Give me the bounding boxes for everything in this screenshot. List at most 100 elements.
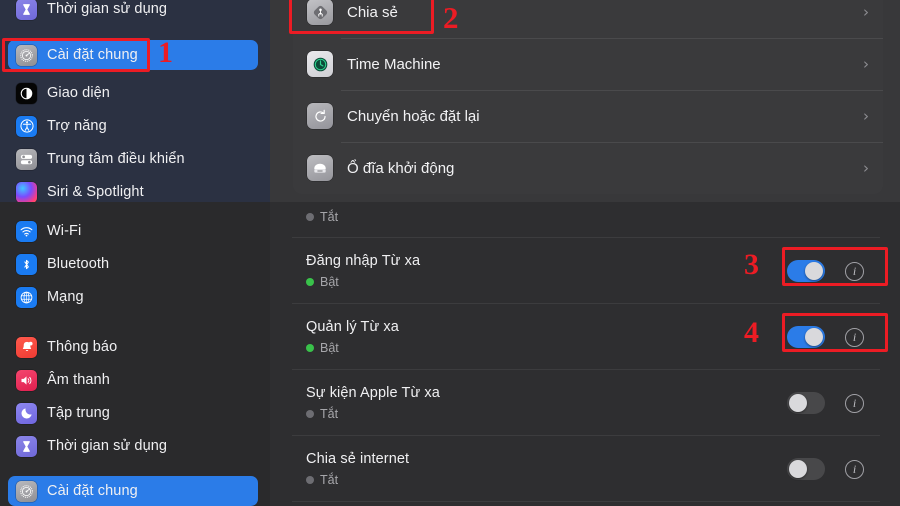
info-icon[interactable]: i — [845, 261, 864, 281]
chevron-right-icon: › — [863, 54, 869, 73]
hourglass-icon — [16, 435, 37, 457]
toggle-knob — [789, 394, 807, 412]
sidebar-item-am-thanh[interactable]: Âm thanh — [8, 365, 258, 395]
toggle-row-su-kien-apple-tu-xa[interactable]: Sự kiện Apple Từ xa Tắt i — [292, 370, 880, 436]
sidebar-item-tap-trung[interactable]: Tập trung — [8, 398, 258, 428]
sidebar-item-label: Cài đặt chung — [47, 483, 138, 499]
toggle-row-clipped[interactable]: Tắt — [292, 202, 880, 238]
settings-group-card: Chia sẻ › Time Machine › Chuyển hoặc đặt… — [293, 0, 883, 194]
sidebar-item-thoi-gian-su-dung-2[interactable]: Thời gian sử dụng — [8, 431, 258, 461]
sidebar-item-label: Siri & Spotlight — [47, 184, 144, 200]
sidebar-item-label: Thời gian sử dụng — [47, 1, 168, 17]
sidebar-item-label: Cài đặt chung — [47, 47, 138, 63]
sidebar-item-label: Tập trung — [47, 405, 110, 421]
sidebar-item-label: Âm thanh — [47, 372, 110, 388]
panel-row-label: Time Machine — [347, 55, 441, 73]
toggle-su-kien-apple-tu-xa[interactable] — [787, 392, 825, 414]
toggle-knob — [789, 460, 807, 478]
status-dot-off-icon — [306, 476, 314, 484]
sidebar-item-label: Trợ năng — [47, 118, 107, 134]
system-settings-sidebar-top: Thời gian sử dụng Cài đặt chung Giao diệ… — [0, 0, 270, 202]
sidebar-item-mang[interactable]: Mạng — [8, 282, 258, 312]
sidebar-item-label: Mạng — [47, 289, 84, 305]
toggle-chia-se-internet[interactable] — [787, 458, 825, 480]
notifications-icon — [16, 336, 37, 358]
sidebar-item-label: Trung tâm điều khiển — [47, 151, 185, 167]
startup-disk-icon — [307, 155, 333, 181]
control-center-icon — [16, 148, 37, 170]
status-dot-on-icon — [306, 278, 314, 286]
settings-detail-panel-top: Chia sẻ › Time Machine › Chuyển hoặc đặt… — [270, 0, 900, 202]
appearance-icon — [16, 82, 37, 104]
status-badge: Tắt — [306, 210, 338, 224]
panel-row-label: Ổ đĩa khởi động — [347, 159, 455, 177]
system-settings-sidebar-bottom: Wi-Fi Bluetooth Mạng Thông báo Âm thanh … — [0, 202, 270, 506]
network-icon — [16, 286, 37, 308]
sharing-toggle-list: Tắt Đăng nhập Từ xa Bật i Quản lý Từ xa … — [292, 202, 880, 502]
status-badge: Bật — [306, 275, 420, 289]
status-label: Bật — [320, 341, 339, 355]
sidebar-item-trung-tam-dieu-khien[interactable]: Trung tâm điều khiển — [8, 144, 258, 174]
sidebar-item-bluetooth[interactable]: Bluetooth — [8, 249, 258, 279]
accessibility-icon — [16, 115, 37, 137]
info-icon[interactable]: i — [845, 393, 864, 413]
status-badge: Tắt — [306, 473, 409, 487]
sidebar-item-thoi-gian-su-dung[interactable]: Thời gian sử dụng — [8, 0, 258, 24]
wifi-icon — [16, 220, 37, 242]
panel-row-chia-se[interactable]: Chia sẻ › — [293, 0, 883, 38]
status-label: Tắt — [320, 473, 339, 487]
hourglass-icon — [16, 0, 37, 20]
time-machine-icon — [307, 51, 333, 77]
sidebar-item-cai-dat-chung[interactable]: Cài đặt chung — [8, 40, 258, 70]
sidebar-item-label: Thời gian sử dụng — [47, 438, 168, 454]
panel-row-time-machine[interactable]: Time Machine › — [293, 38, 883, 90]
bottom-capture-region: Wi-Fi Bluetooth Mạng Thông báo Âm thanh … — [0, 202, 900, 506]
status-dot-on-icon — [306, 344, 314, 352]
toggle-title: Sự kiện Apple Từ xa — [306, 385, 440, 401]
sharing-icon — [307, 0, 333, 25]
toggle-quan-ly-tu-xa[interactable] — [787, 326, 825, 348]
panel-row-label: Chuyển hoặc đặt lại — [347, 107, 480, 125]
panel-row-o-dia-khoi-dong[interactable]: Ổ đĩa khởi động › — [293, 142, 883, 194]
status-label: Tắt — [320, 210, 339, 224]
toggle-row-quan-ly-tu-xa[interactable]: Quản lý Từ xa Bật i — [292, 304, 880, 370]
toggle-dang-nhap-tu-xa[interactable] — [787, 260, 825, 282]
chevron-right-icon: › — [863, 158, 869, 177]
sharing-detail-panel: Tắt Đăng nhập Từ xa Bật i Quản lý Từ xa … — [270, 202, 900, 506]
chevron-right-icon: › — [863, 2, 869, 21]
chevron-right-icon: › — [863, 106, 869, 125]
toggle-title: Quản lý Từ xa — [306, 319, 399, 335]
sidebar-item-label: Bluetooth — [47, 256, 110, 272]
sidebar-item-siri-spotlight[interactable]: Siri & Spotlight — [8, 177, 258, 202]
sidebar-item-wifi[interactable]: Wi-Fi — [8, 216, 258, 246]
toggle-knob — [805, 328, 823, 346]
sound-icon — [16, 369, 37, 391]
toggle-row-dang-nhap-tu-xa[interactable]: Đăng nhập Từ xa Bật i — [292, 238, 880, 304]
gear-icon — [16, 480, 37, 502]
status-dot-off-icon — [306, 213, 314, 221]
toggle-title: Chia sẻ internet — [306, 451, 410, 467]
top-capture-region: Thời gian sử dụng Cài đặt chung Giao diệ… — [0, 0, 900, 202]
siri-icon — [16, 181, 37, 202]
toggle-title: Đăng nhập Từ xa — [306, 253, 421, 269]
panel-row-label: Chia sẻ — [347, 3, 398, 21]
status-label: Bật — [320, 275, 339, 289]
sidebar-item-giao-dien[interactable]: Giao diện — [8, 78, 258, 108]
toggle-row-chia-se-internet[interactable]: Chia sẻ internet Tắt i — [292, 436, 880, 502]
status-badge: Bật — [306, 341, 399, 355]
panel-row-chuyen-hoac-dat-lai[interactable]: Chuyển hoặc đặt lại › — [293, 90, 883, 142]
status-dot-off-icon — [306, 410, 314, 418]
sidebar-item-cai-dat-chung-2[interactable]: Cài đặt chung — [8, 476, 258, 506]
focus-icon — [16, 402, 37, 424]
bluetooth-icon — [16, 253, 37, 275]
sidebar-item-tro-nang[interactable]: Trợ năng — [8, 111, 258, 141]
sidebar-item-label: Wi-Fi — [47, 223, 82, 239]
info-icon[interactable]: i — [845, 327, 864, 347]
sidebar-item-thong-bao[interactable]: Thông báo — [8, 332, 258, 362]
status-label: Tắt — [320, 407, 339, 421]
gear-icon — [16, 44, 37, 66]
info-icon[interactable]: i — [845, 459, 864, 479]
toggle-knob — [805, 262, 823, 280]
screenshot-stage: Thời gian sử dụng Cài đặt chung Giao diệ… — [0, 0, 900, 506]
status-badge: Tắt — [306, 407, 440, 421]
